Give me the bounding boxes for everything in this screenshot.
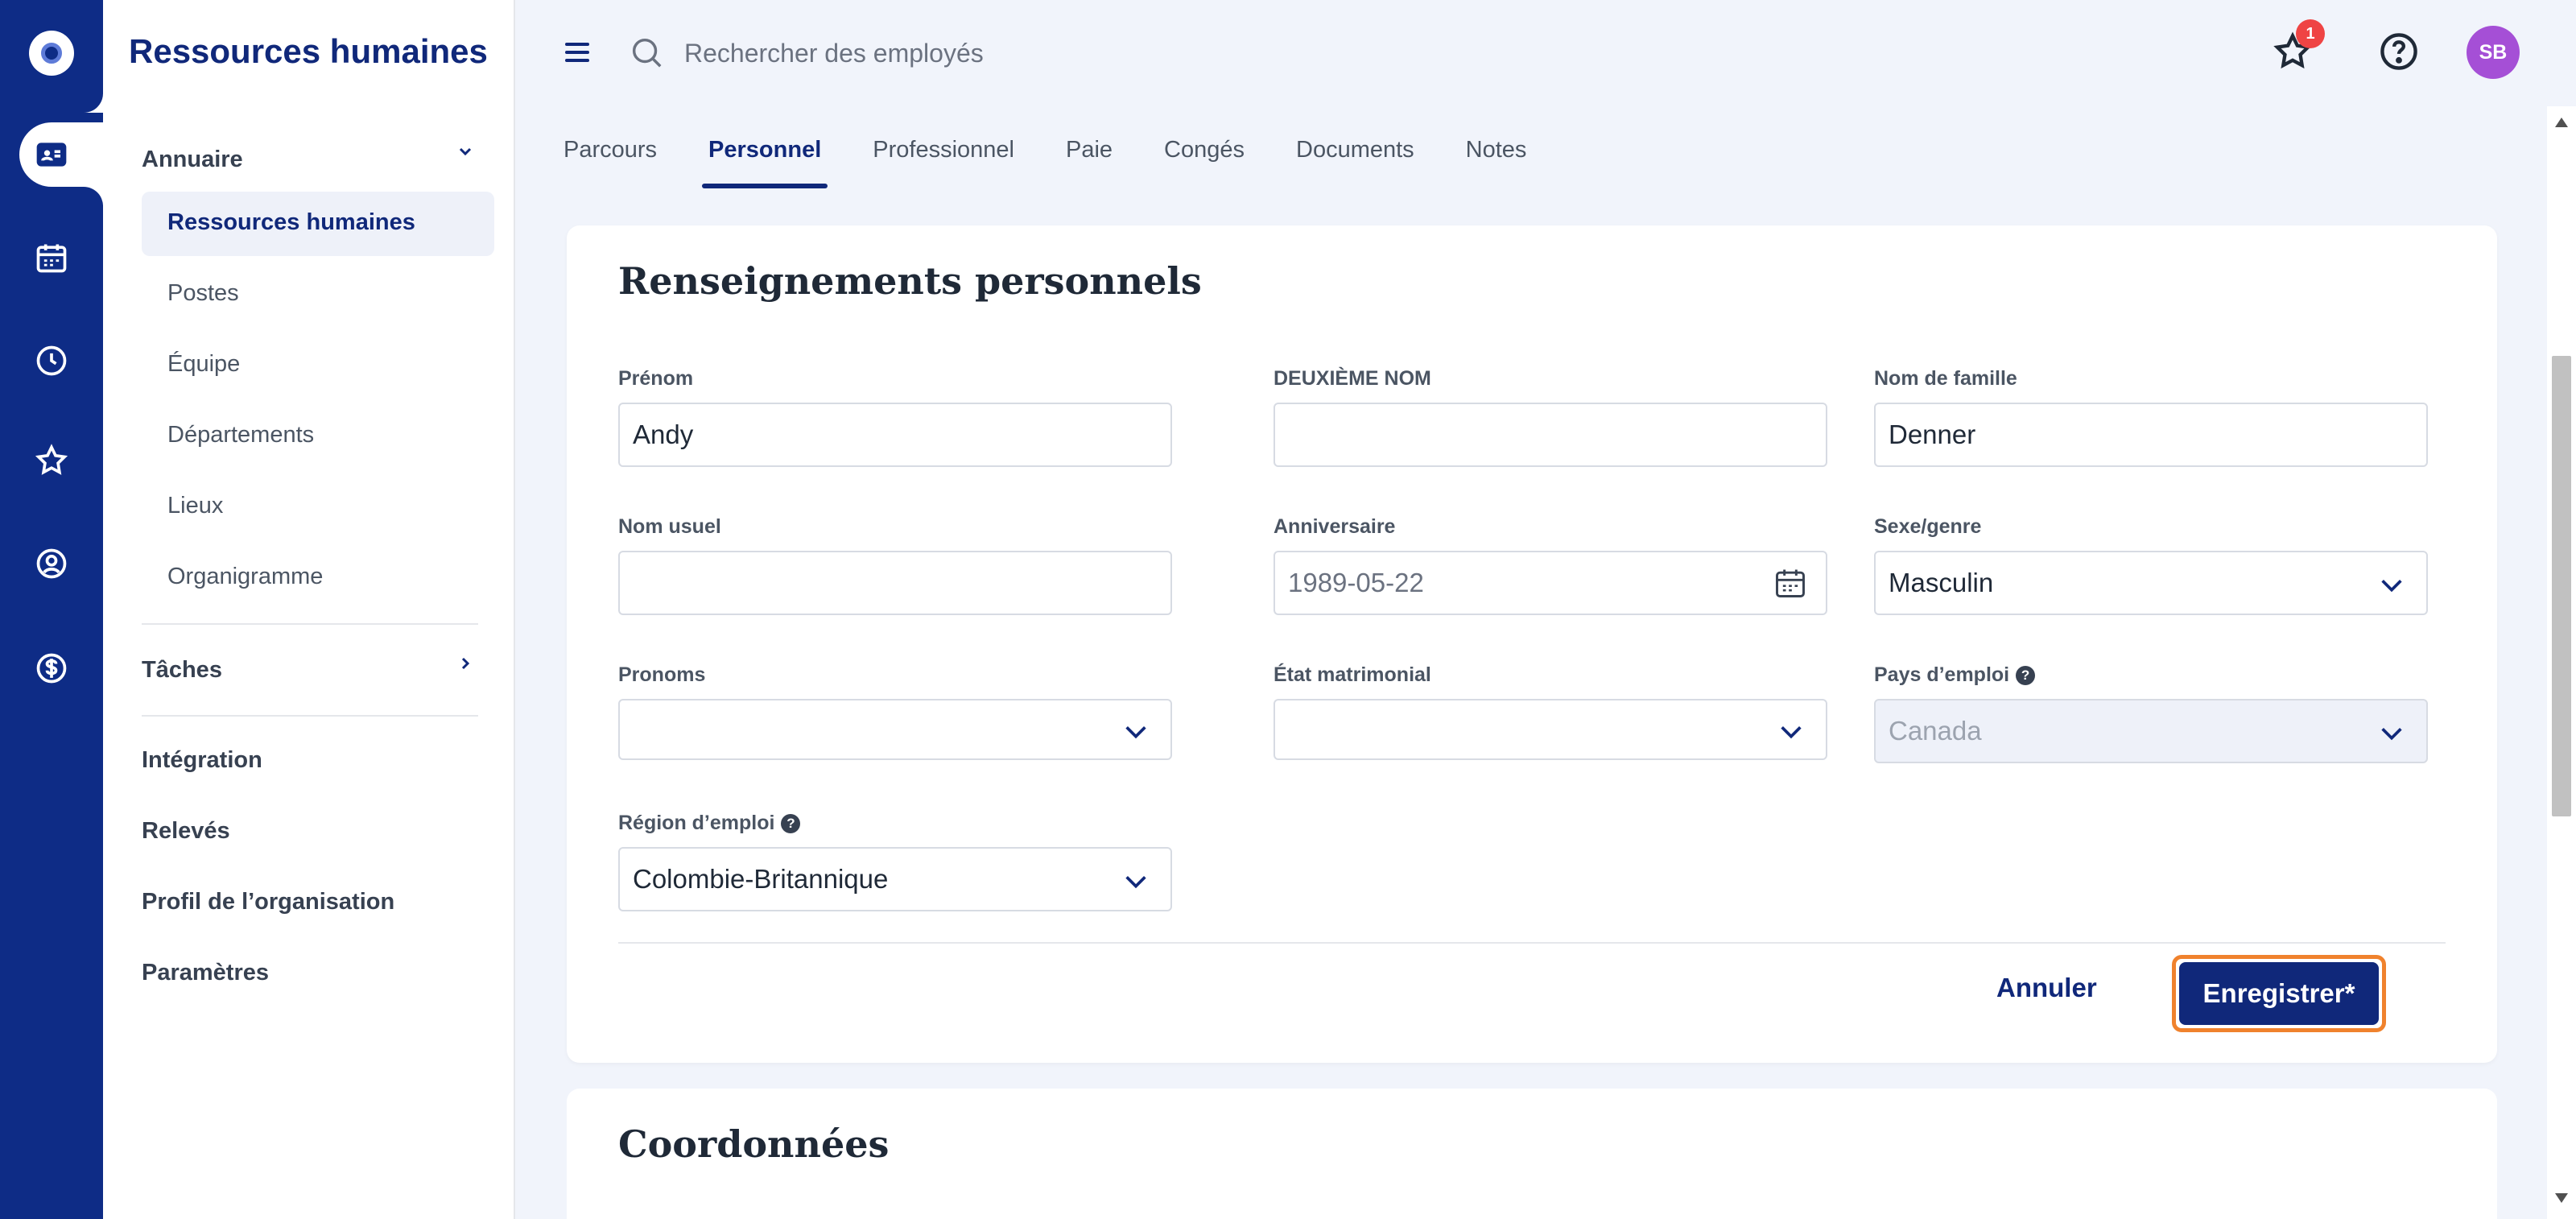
sidebar-item-releves[interactable]: Relevés bbox=[142, 818, 230, 845]
sidebar-section-taches[interactable]: Tâches bbox=[142, 657, 222, 684]
save-button[interactable]: Enregistrer* bbox=[2179, 962, 2379, 1025]
page-scrollbar[interactable] bbox=[2547, 106, 2576, 1219]
work-region-label-text: Région d’emploi bbox=[618, 812, 775, 834]
sidebar-item-ressources-humaines[interactable]: Ressources humaines bbox=[142, 192, 494, 256]
tab-personnel[interactable]: Personnel bbox=[702, 137, 828, 188]
profile-tabs: Parcours Personnel Professionnel Paie Co… bbox=[564, 137, 1578, 188]
tab-conges[interactable]: Congés bbox=[1164, 137, 1245, 188]
preferred-name-label: Nom usuel bbox=[618, 515, 721, 538]
card-title: Renseignements personnels bbox=[618, 259, 1202, 303]
gender-label: Sexe/genre bbox=[1874, 515, 1982, 538]
sidebar-item-integration[interactable]: Intégration bbox=[142, 747, 262, 774]
sidebar-item-organigramme[interactable]: Organigramme bbox=[167, 564, 323, 590]
work-country-value: Canada bbox=[1889, 716, 1982, 746]
help-icon[interactable]: ? bbox=[2016, 666, 2036, 686]
card-title: Coordonnées bbox=[618, 1122, 890, 1166]
tab-documents[interactable]: Documents bbox=[1296, 137, 1414, 188]
help-icon[interactable] bbox=[2378, 31, 2426, 79]
calendar-icon[interactable] bbox=[0, 225, 103, 290]
sidebar-item-profil-organisation[interactable]: Profil de l’organisation bbox=[142, 889, 394, 915]
chevron-down-icon bbox=[2378, 720, 2405, 754]
marital-status-select[interactable] bbox=[1274, 699, 1827, 760]
contact-info-card: Coordonnées bbox=[567, 1089, 2497, 1219]
save-button-focus-ring: Enregistrer* bbox=[2172, 955, 2386, 1032]
star-icon[interactable] bbox=[0, 428, 103, 493]
work-region-value: Colombie-Britannique bbox=[633, 864, 889, 894]
chevron-down-icon bbox=[1777, 718, 1805, 752]
search-input[interactable] bbox=[684, 31, 1328, 76]
work-region-label: Région d’emploi? bbox=[618, 812, 801, 835]
last-name-label: Nom de famille bbox=[1874, 367, 2017, 390]
tab-professionnel[interactable]: Professionnel bbox=[873, 137, 1014, 188]
directory-card-icon[interactable] bbox=[19, 122, 103, 187]
top-bar: 1 SB bbox=[515, 0, 2576, 106]
sidebar-item-parametres[interactable]: Paramètres bbox=[142, 960, 269, 986]
clock-icon[interactable] bbox=[0, 329, 103, 393]
chevron-down-icon bbox=[1122, 718, 1150, 752]
scroll-down-arrow-icon[interactable] bbox=[2555, 1193, 2568, 1203]
avatar[interactable]: SB bbox=[2467, 26, 2520, 79]
search-icon bbox=[628, 34, 665, 75]
chevron-down-icon bbox=[1122, 868, 1150, 902]
last-name-value: Denner bbox=[1889, 419, 1976, 449]
pronouns-label: Pronoms bbox=[618, 663, 706, 686]
last-name-field[interactable]: Denner bbox=[1874, 403, 2428, 467]
first-name-value: Andy bbox=[633, 419, 694, 449]
middle-name-label: DEUXIÈME NOM bbox=[1274, 367, 1431, 390]
gender-select[interactable]: Masculin bbox=[1874, 551, 2428, 615]
person-search-icon[interactable] bbox=[0, 531, 103, 596]
sidebar-item-lieux[interactable]: Lieux bbox=[167, 493, 223, 519]
sidebar-divider bbox=[142, 623, 478, 625]
birthday-label: Anniversaire bbox=[1274, 515, 1396, 538]
tab-notes[interactable]: Notes bbox=[1466, 137, 1527, 188]
work-country-label: Pays d’emploi? bbox=[1874, 663, 2036, 687]
calendar-icon[interactable] bbox=[1773, 565, 1808, 607]
pronouns-select[interactable] bbox=[618, 699, 1172, 760]
chevron-down-icon bbox=[2378, 572, 2405, 605]
work-country-label-text: Pays d’emploi bbox=[1874, 663, 2010, 686]
work-country-select: Canada bbox=[1874, 699, 2428, 763]
sidebar-section-annuaire[interactable]: Annuaire bbox=[142, 147, 243, 173]
first-name-field[interactable]: Andy bbox=[618, 403, 1172, 467]
sidebar-item-postes[interactable]: Postes bbox=[167, 280, 239, 307]
notification-badge: 1 bbox=[2296, 19, 2325, 48]
first-name-label: Prénom bbox=[618, 367, 694, 390]
help-icon[interactable]: ? bbox=[781, 814, 801, 834]
dollar-icon[interactable] bbox=[0, 636, 103, 700]
sidebar-item-departements[interactable]: Départements bbox=[167, 422, 314, 448]
scroll-thumb[interactable] bbox=[2552, 356, 2571, 816]
card-divider bbox=[618, 942, 2446, 944]
scroll-up-arrow-icon[interactable] bbox=[2555, 118, 2568, 127]
middle-name-field[interactable] bbox=[1274, 403, 1827, 467]
gender-value: Masculin bbox=[1889, 568, 1994, 597]
birthday-value: 1989-05-22 bbox=[1288, 568, 1424, 597]
secondary-sidebar: Ressources humaines Annuaire Ressources … bbox=[103, 0, 515, 1219]
cancel-button[interactable]: Annuler bbox=[1996, 973, 2097, 1003]
chevron-down-icon[interactable] bbox=[456, 142, 475, 167]
app-rail bbox=[0, 0, 103, 1219]
hamburger-menu-icon[interactable] bbox=[564, 40, 592, 68]
tab-parcours[interactable]: Parcours bbox=[564, 137, 657, 188]
sidebar-item-equipe[interactable]: Équipe bbox=[167, 351, 240, 378]
personal-info-card: Renseignements personnels Prénom Andy DE… bbox=[567, 225, 2497, 1063]
sidebar-divider bbox=[142, 715, 478, 717]
tab-paie[interactable]: Paie bbox=[1066, 137, 1113, 188]
logo-icon[interactable] bbox=[29, 31, 74, 76]
work-region-select[interactable]: Colombie-Britannique bbox=[618, 847, 1172, 911]
preferred-name-field[interactable] bbox=[618, 551, 1172, 615]
chevron-right-icon[interactable] bbox=[456, 654, 475, 679]
marital-status-label: État matrimonial bbox=[1274, 663, 1431, 686]
sidebar-title: Ressources humaines bbox=[129, 32, 488, 70]
birthday-field[interactable]: 1989-05-22 bbox=[1274, 551, 1827, 615]
